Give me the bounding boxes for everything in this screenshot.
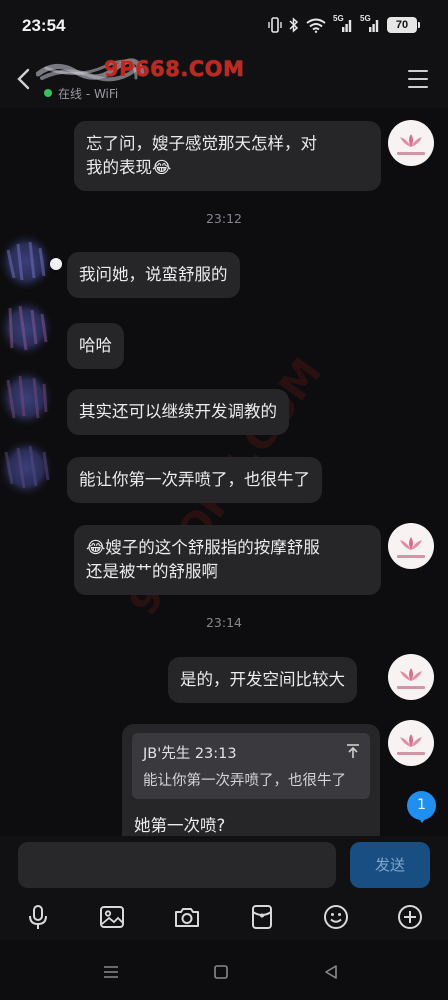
- message-bubble[interactable]: 是的，开发空间比较大: [168, 657, 357, 703]
- composer-bar: 发送: [0, 836, 448, 896]
- online-status-text: 在线 - WiFi: [58, 87, 119, 101]
- menu-nav-icon[interactable]: [101, 962, 121, 982]
- message-line: 其实还可以继续开发调教的: [79, 402, 277, 421]
- message-line: 哈哈: [79, 336, 112, 355]
- message-line: 还是被艹的舒服啊: [86, 562, 218, 581]
- vibrate-icon: [268, 17, 282, 33]
- message-line: 我问她，说蛮舒服的: [79, 265, 228, 284]
- avatar-blurred[interactable]: [0, 298, 56, 358]
- reply-text: 她第一次喷?: [134, 816, 226, 835]
- quoted-message[interactable]: JB'先生 23:13 能让你第一次弄喷了，也很牛了: [132, 733, 370, 799]
- message-bubble[interactable]: 其实还可以继续开发调教的: [67, 389, 289, 435]
- status-icons: 5G 5G 70: [268, 14, 420, 33]
- lotus-logo-icon: [400, 536, 422, 550]
- unread-count-badge[interactable]: 1: [407, 791, 436, 823]
- hamburger-menu-icon[interactable]: [406, 70, 430, 90]
- message-line: 忘了问，嫂子感觉那天怎样，对: [86, 134, 317, 153]
- message-bubble[interactable]: 哈哈: [67, 323, 124, 369]
- send-button[interactable]: 发送: [350, 842, 430, 888]
- chevron-left-icon[interactable]: [14, 66, 34, 92]
- avatar-dot: [50, 258, 62, 270]
- message-line: 😂嫂子的这个舒服指的按摩舒服: [86, 538, 320, 557]
- message-bubble[interactable]: 😂嫂子的这个舒服指的按摩舒服 还是被艹的舒服啊: [74, 525, 381, 595]
- lotus-logo-icon: [400, 133, 422, 147]
- watermark-text: 9P668.COM: [104, 57, 245, 81]
- chat-area[interactable]: 91PORN.COM 忘了问，嫂子感觉那天怎样，对 我的表现😂 23:12: [0, 108, 448, 836]
- image-icon[interactable]: [97, 902, 127, 932]
- system-nav-bar: [0, 940, 448, 1000]
- online-status-dot: [44, 89, 52, 97]
- quote-author: JB'先生 23:13: [143, 746, 237, 762]
- message-line: 是的，开发空间比较大: [180, 670, 345, 689]
- message-input[interactable]: [18, 842, 336, 888]
- cellular-signal-1-icon: 5G: [333, 14, 353, 33]
- status-time: 23:54: [22, 16, 66, 35]
- message-bubble[interactable]: 忘了问，嫂子感觉那天怎样，对 我的表现😂: [74, 121, 381, 191]
- bluetooth-icon: [289, 17, 299, 33]
- lotus-logo-icon: [400, 733, 422, 747]
- message-bubble[interactable]: 能让你第一次弄喷了，也很牛了: [67, 457, 322, 503]
- emoji-icon[interactable]: [321, 902, 351, 932]
- microphone-icon[interactable]: [23, 902, 53, 932]
- jump-to-quote-icon[interactable]: [346, 743, 360, 759]
- reply-message-bubble[interactable]: JB'先生 23:13 能让你第一次弄喷了，也很牛了 她第一次喷?: [122, 724, 380, 836]
- composer-toolbar: [0, 896, 448, 940]
- avatar[interactable]: [388, 654, 434, 700]
- battery-icon: 70: [387, 17, 420, 33]
- avatar-blurred[interactable]: [0, 438, 56, 498]
- avatar-blurred[interactable]: [0, 368, 56, 428]
- red-packet-icon[interactable]: [247, 902, 277, 932]
- camera-icon[interactable]: [172, 902, 202, 932]
- avatar[interactable]: [388, 720, 434, 766]
- plus-icon[interactable]: [395, 902, 425, 932]
- message-line: 能让你第一次弄喷了，也很牛了: [79, 470, 310, 489]
- avatar[interactable]: [388, 523, 434, 569]
- wifi-icon: [306, 18, 326, 33]
- message-line: 我的表现😂: [86, 158, 172, 177]
- back-nav-icon[interactable]: [321, 962, 341, 982]
- lotus-logo-icon: [400, 667, 422, 681]
- cellular-signal-2-icon: 5G: [360, 14, 380, 33]
- avatar[interactable]: [388, 120, 434, 166]
- home-nav-icon[interactable]: [211, 962, 231, 982]
- timestamp: 23:14: [205, 615, 243, 630]
- battery-level: 70: [387, 17, 417, 33]
- status-bar: 23:54 5G 5G 70: [0, 0, 448, 52]
- quote-text: 能让你第一次弄喷了，也很牛了: [143, 773, 346, 789]
- message-bubble[interactable]: 我问她，说蛮舒服的: [67, 252, 240, 298]
- chat-header: 9P668.COM 在线 - WiFi: [0, 52, 448, 108]
- avatar-blurred[interactable]: [0, 230, 56, 290]
- timestamp: 23:12: [205, 211, 243, 226]
